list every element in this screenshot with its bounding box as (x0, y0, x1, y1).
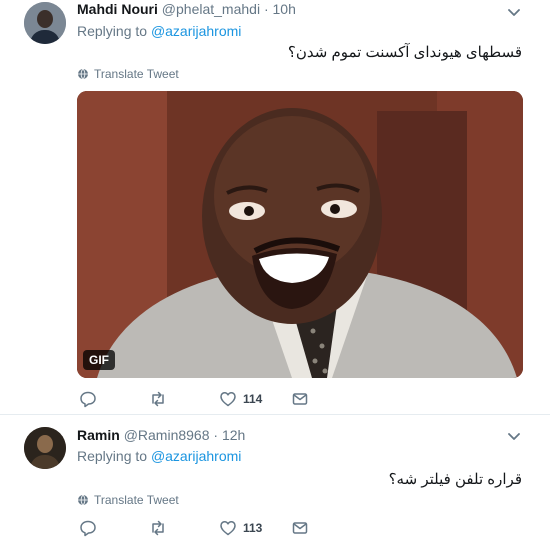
like-button[interactable]: 113 (219, 519, 262, 537)
like-count: 114 (243, 392, 263, 406)
reply-icon (80, 520, 96, 537)
like-button[interactable]: 114 (219, 390, 262, 408)
tweet-header: Ramin @Ramin8968 · 12h (77, 427, 245, 443)
reply-button[interactable] (79, 390, 97, 408)
gif-image (77, 91, 523, 378)
message-icon (292, 393, 308, 405)
separator: · (263, 1, 269, 17)
tweet-actions: 114 (77, 390, 327, 410)
replying-to: Replying to @azarijahromi (77, 448, 241, 464)
translate-tweet-link[interactable]: Translate Tweet (77, 67, 179, 81)
gif-media[interactable]: GIF (77, 91, 523, 378)
separator: · (213, 427, 219, 443)
user-handle[interactable]: @phelat_mahdi (162, 1, 260, 17)
chevron-down-icon[interactable] (506, 428, 522, 444)
user-handle[interactable]: @Ramin8968 (124, 427, 210, 443)
timestamp[interactable]: 12h (222, 427, 245, 443)
like-count: 113 (243, 521, 263, 535)
globe-icon (78, 68, 88, 80)
translate-label[interactable]: Translate Tweet (94, 67, 179, 81)
avatar[interactable] (24, 427, 66, 469)
chevron-down-icon[interactable] (506, 4, 522, 20)
retweet-icon (152, 520, 164, 536)
tweet[interactable]: Ramin @Ramin8968 · 12h Replying to @azar… (0, 415, 550, 543)
gif-badge: GIF (83, 350, 115, 370)
like-icon (220, 521, 236, 536)
tweet-text: قراره تلفن فیلتر شه؟ (388, 471, 522, 488)
retweet-button[interactable] (149, 519, 167, 537)
tweet-header: Mahdi Nouri @phelat_mahdi · 10h (77, 1, 296, 17)
retweet-icon (152, 391, 164, 407)
replying-to-label: Replying to (77, 23, 148, 39)
translate-label[interactable]: Translate Tweet (94, 493, 179, 507)
message-icon (292, 522, 308, 534)
tweet-text: قسطهای هیوندای آکسنت تموم شدن؟ (287, 44, 522, 61)
reply-button[interactable] (79, 519, 97, 537)
like-icon (220, 392, 236, 407)
display-name[interactable]: Mahdi Nouri (77, 1, 158, 17)
direct-message-button[interactable] (291, 519, 309, 537)
direct-message-button[interactable] (291, 390, 309, 408)
display-name[interactable]: Ramin (77, 427, 120, 443)
avatar[interactable] (24, 2, 66, 44)
replying-to: Replying to @azarijahromi (77, 23, 241, 39)
replying-to-handle[interactable]: @azarijahromi (151, 23, 241, 39)
retweet-button[interactable] (149, 390, 167, 408)
timestamp[interactable]: 10h (273, 1, 296, 17)
translate-tweet-link[interactable]: Translate Tweet (77, 493, 179, 507)
reply-icon (80, 391, 96, 408)
tweet-actions: 113 (77, 519, 327, 539)
globe-icon (78, 494, 88, 506)
replying-to-handle[interactable]: @azarijahromi (151, 448, 241, 464)
replying-to-label: Replying to (77, 448, 148, 464)
tweet[interactable]: Mahdi Nouri @phelat_mahdi · 10h Replying… (0, 0, 550, 415)
